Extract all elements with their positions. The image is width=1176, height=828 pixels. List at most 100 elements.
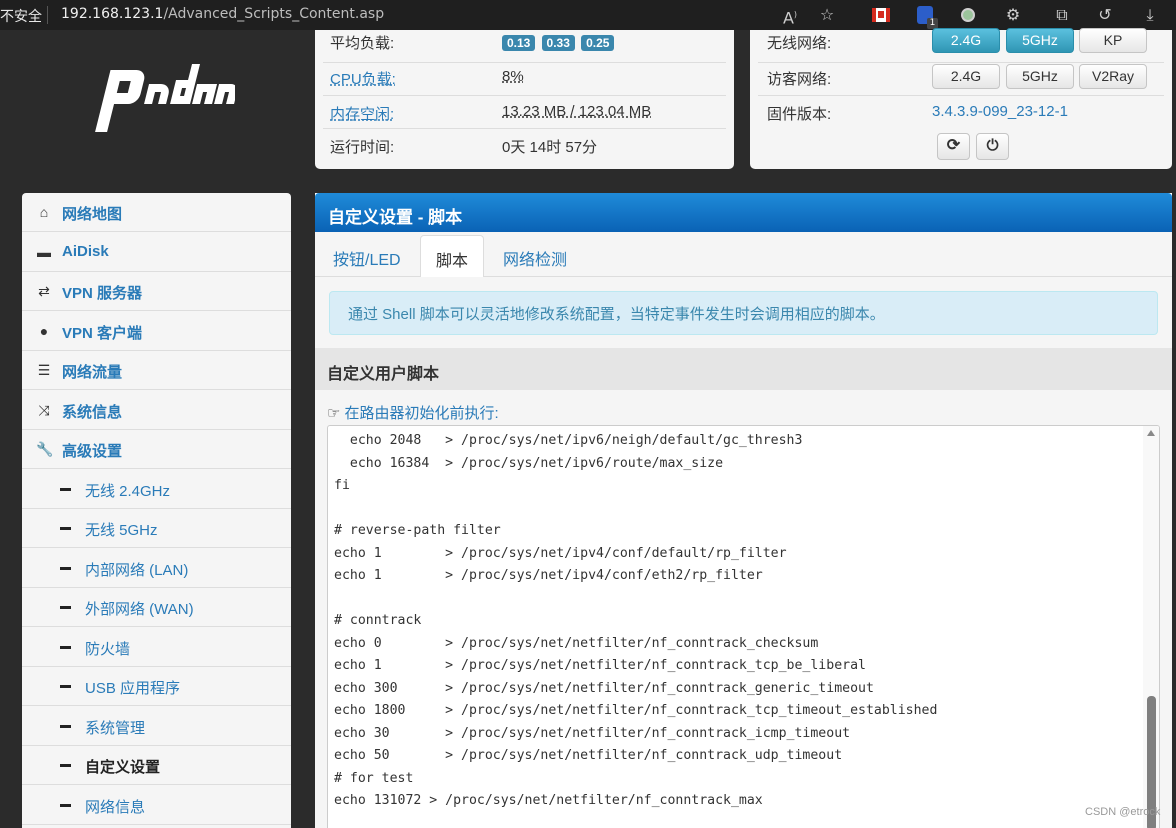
load-average-label: 平均负载: [330, 35, 395, 52]
divider [47, 6, 48, 24]
load-average-values: 0.13 0.33 0.25 [502, 34, 616, 51]
section-title: 自定义用户脚本 [315, 348, 1172, 390]
refresh-icon[interactable]: ⟳ [937, 133, 970, 160]
download-icon[interactable]: ⤓ [1139, 4, 1161, 26]
sidebar-item-label: 无线 2.4GHz [85, 482, 171, 500]
sidebar-item-network-info[interactable]: 网络信息 [22, 786, 291, 825]
wireless-24g-button[interactable]: 2.4G [932, 28, 1000, 53]
page-title: 自定义设置 - 脚本 [315, 193, 1172, 232]
tasks-icon: ☰ [37, 362, 51, 378]
collections-icon[interactable]: ⧉ [1051, 4, 1073, 26]
sidebar-item-vpn-server[interactable]: ⇄ VPN 服务器 [22, 272, 291, 311]
hdd-icon: ▬ [37, 243, 51, 260]
history-icon[interactable]: ↺ [1094, 4, 1116, 26]
script-content: echo 2048 > /proc/sys/net/ipv6/neigh/def… [334, 433, 938, 808]
scroll-up-arrow-icon[interactable] [1147, 430, 1155, 436]
random-icon: ⤨ [38, 401, 50, 418]
tab-buttons-led[interactable]: 按钮/LED [333, 246, 401, 270]
extension-dot-icon[interactable] [961, 8, 975, 22]
script-textarea[interactable]: echo 2048 > /proc/sys/net/ipv6/neigh/def… [327, 425, 1160, 828]
favorite-star-icon[interactable]: ☆ [816, 4, 838, 26]
uptime-value: 0天 14时 57分 [502, 139, 598, 156]
sidebar-item-label: 网络信息 [85, 798, 146, 816]
sidebar-item-label: USB 应用程序 [85, 680, 181, 697]
sidebar-item-label: 高级设置 [62, 443, 123, 460]
sidebar-item-custom-settings[interactable]: 自定义设置 [22, 746, 291, 785]
url-path: /Advanced_Scripts_Content.asp [163, 6, 385, 22]
minus-icon [60, 685, 71, 688]
sidebar-item-label: 系统信息 [62, 403, 123, 421]
sidebar-menu: ⌂ 网络地图 ▬ AiDisk ⇄ VPN 服务器 ● VPN 客户端 ☰ 网络… [22, 193, 291, 828]
tab-scripts[interactable]: 脚本 [420, 235, 485, 278]
canada-flag-icon[interactable] [872, 8, 890, 22]
uptime-row: 运行时间: 0天 14时 57分 [315, 129, 734, 162]
url-host: 192.168.123.1 [61, 6, 164, 22]
sidebar-item-label: 网络流量 [62, 364, 123, 381]
minus-icon [60, 803, 71, 807]
system-status-panel: 平均负载: 0.13 0.33 0.25 CPU负载: 8% 内存空闲: 13.… [315, 30, 734, 169]
minus-icon [60, 527, 71, 530]
read-aloud-icon[interactable]: A) [779, 4, 801, 27]
sidebar-item-network-map[interactable]: ⌂ 网络地图 [22, 193, 291, 232]
wireless-label: 无线网络: [767, 35, 832, 52]
script-label[interactable]: ☞ 在路由器初始化前执行: [327, 402, 499, 423]
load-1min-badge: 0.13 [502, 35, 536, 51]
firmware-version[interactable]: 3.4.3.9-099_23-12-1 [932, 103, 1068, 120]
memory-free-link[interactable]: 内存空闲: [330, 103, 394, 124]
extensions-icon[interactable]: ⚙ [1002, 4, 1024, 26]
sidebar-item-label: 自定义设置 [85, 759, 161, 776]
sidebar-item-wan[interactable]: 外部网络 (WAN) [22, 588, 291, 627]
wrench-icon: 🔧 [36, 441, 54, 457]
sidebar-item-label: 内部网络 (LAN) [85, 561, 189, 579]
memory-free-row: 内存空闲: 13.23 MB / 123.04 MB [315, 96, 734, 129]
sidebar-item-aidisk[interactable]: ▬ AiDisk [22, 233, 291, 272]
sidebar-item-label: VPN 客户端 [62, 324, 143, 342]
bitwarden-icon[interactable]: 1 [917, 6, 938, 29]
power-icon[interactable]: ⏻ [976, 133, 1009, 160]
sidebar-item-firewall[interactable]: 防火墙 [22, 628, 291, 667]
insecure-label[interactable]: 不安全 [0, 6, 42, 26]
globe-icon: ● [39, 322, 49, 339]
home-icon: ⌂ [39, 204, 49, 220]
wireless-kp-button[interactable]: KP [1079, 28, 1147, 53]
retweet-icon: ⇄ [38, 283, 50, 299]
tab-network-check[interactable]: 网络检测 [503, 246, 567, 270]
tab-bar: 按钮/LED 脚本 网络检测 [315, 232, 1172, 278]
hand-pointer-icon: ☞ [327, 405, 341, 422]
main-content: 自定义设置 - 脚本 按钮/LED 脚本 网络检测 通过 Shell 脚本可以灵… [315, 193, 1172, 828]
minus-icon [60, 566, 71, 570]
cpu-load-row: CPU负载: 8% [315, 63, 734, 96]
address-bar[interactable]: 192.168.123.1/Advanced_Scripts_Content.a… [61, 6, 384, 22]
network-status-panel: 无线网络: 2.4G 5GHz KP 访客网络: 2.4G 5GHz V2Ray… [750, 28, 1172, 169]
scrollbar[interactable] [1143, 426, 1159, 828]
watermark: CSDN @etrock [1085, 806, 1161, 818]
memory-free-value: 13.23 MB / 123.04 MB [502, 103, 652, 120]
sidebar-item-traffic[interactable]: ☰ 网络流量 [22, 351, 291, 390]
minus-icon [60, 487, 71, 491]
wireless-5ghz-button[interactable]: 5GHz [1006, 28, 1074, 53]
load-average-row: 平均负载: 0.13 0.33 0.25 [315, 30, 734, 63]
firmware-label: 固件版本: [767, 106, 832, 123]
guest-v2ray-button[interactable]: V2Ray [1079, 64, 1147, 89]
uptime-label: 运行时间: [330, 139, 395, 156]
sidebar-item-system-info[interactable]: ⤨ 系统信息 [22, 391, 291, 430]
wireless-row: 无线网络: 2.4G 5GHz KP [750, 28, 1172, 63]
sidebar-item-lan[interactable]: 内部网络 (LAN) [22, 549, 291, 588]
sidebar-item-advanced[interactable]: 🔧 高级设置 [22, 430, 291, 469]
sidebar-item-wireless-5[interactable]: 无线 5GHz [22, 509, 291, 548]
minus-icon [60, 645, 71, 649]
sidebar-item-vpn-client[interactable]: ● VPN 客户端 [22, 312, 291, 351]
load-5min-badge: 0.33 [541, 35, 575, 51]
cpu-load-link[interactable]: CPU负载: [330, 68, 396, 89]
minus-icon [60, 724, 71, 728]
sidebar-item-wireless-24[interactable]: 无线 2.4GHz [22, 470, 291, 509]
browser-toolbar: 不安全 192.168.123.1/Advanced_Scripts_Conte… [0, 0, 1176, 30]
sidebar-item-system-admin[interactable]: 系统管理 [22, 707, 291, 746]
sidebar-item-label: 网络地图 [62, 206, 123, 223]
minus-icon [60, 764, 71, 767]
sidebar-item-usb-apps[interactable]: USB 应用程序 [22, 667, 291, 706]
guest-24g-button[interactable]: 2.4G [932, 64, 1000, 89]
guest-5ghz-button[interactable]: 5GHz [1006, 64, 1074, 89]
sidebar-item-label: 系统管理 [85, 719, 146, 737]
sidebar-item-label: 外部网络 (WAN) [85, 601, 194, 618]
